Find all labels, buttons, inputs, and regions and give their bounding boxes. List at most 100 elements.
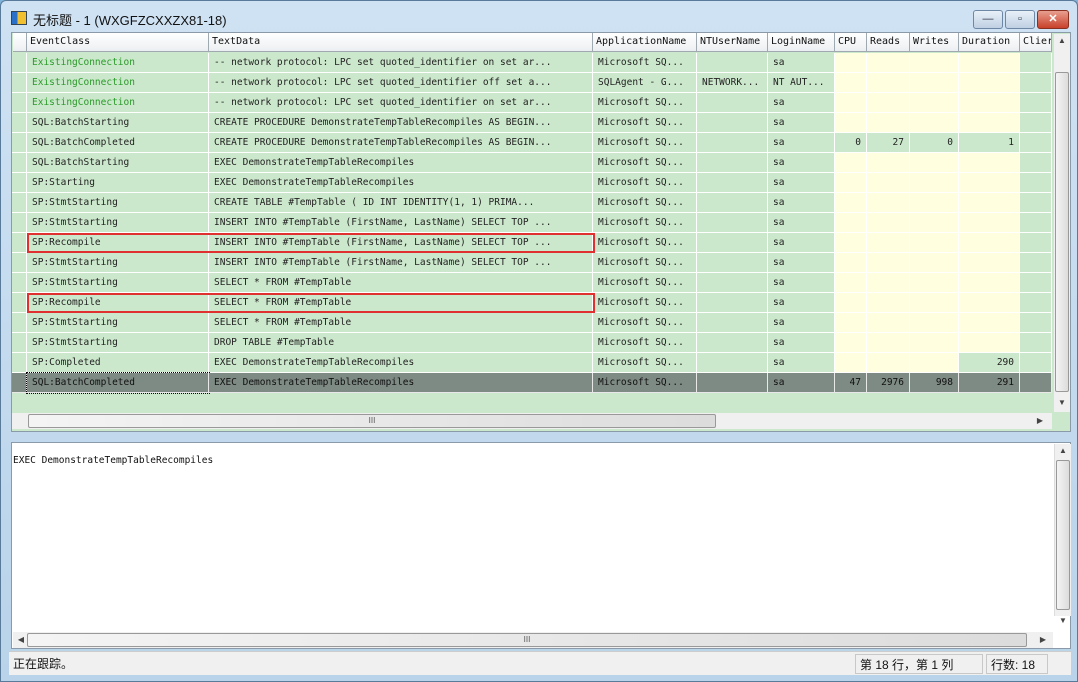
window-title: 无标题 - 1 (WXGFZCXXZX81-18) [33,13,227,28]
column-header-ntusername[interactable]: NTUserName [697,33,768,52]
trace-cell: sa [768,193,835,213]
minimize-button[interactable]: — [973,10,1003,29]
trace-cell: 47 [835,373,867,393]
trace-grid[interactable]: EventClass TextData ApplicationName NTUserN… [11,32,1071,432]
column-header-eventclass[interactable]: EventClass [27,33,209,52]
trace-cell [835,333,867,353]
trace-cell [959,193,1020,213]
trace-cell: CREATE PROCEDURE DemonstrateTempTableRec… [209,113,593,133]
trace-cell: sa [768,313,835,333]
column-header-duration[interactable]: Duration [959,33,1020,52]
row-indicator [12,253,27,273]
scroll-up-icon[interactable]: ▲ [1054,36,1070,45]
detail-text: EXEC DemonstrateTempTableRecompiles [13,455,214,466]
trace-cell [910,233,959,253]
trace-cell [867,173,910,193]
trace-cell [1020,273,1052,293]
maximize-button[interactable]: ▫ [1005,10,1035,29]
trace-cell [835,293,867,313]
trace-cell: Microsoft SQ... [593,133,697,153]
trace-cell: CREATE TABLE #TempTable ( ID INT IDENTIT… [209,193,593,213]
column-header-applicationname[interactable]: ApplicationName [593,33,697,52]
trace-cell: SP:StmtStarting [27,193,209,213]
trace-cell [910,73,959,93]
status-position: 第 18 行，第 1 列 [855,654,983,674]
row-indicator [12,73,27,93]
trace-cell: INSERT INTO #TempTable (FirstName, LastN… [209,213,593,233]
trace-cell: Microsoft SQ... [593,373,697,393]
column-header-cpu[interactable]: CPU [835,33,867,52]
trace-cell [697,273,768,293]
trace-cell [1020,73,1052,93]
trace-cell: SELECT * FROM #TempTable [209,313,593,333]
trace-cell: sa [768,113,835,133]
trace-cell [910,93,959,113]
column-header-loginname[interactable]: LoginName [768,33,835,52]
trace-cell: Microsoft SQ... [593,153,697,173]
trace-cell: Microsoft SQ... [593,193,697,213]
detail-scroll-thumb[interactable] [1056,460,1070,610]
column-header-textdata[interactable]: TextData [209,33,593,52]
trace-cell [697,353,768,373]
row-indicator [12,193,27,213]
trace-cell: Microsoft SQ... [593,113,697,133]
detail-horizontal-thumb[interactable]: III [27,633,1027,647]
trace-cell: sa [768,273,835,293]
scroll-down-icon[interactable]: ▼ [1055,616,1071,625]
scroll-up-icon[interactable]: ▲ [1055,446,1071,455]
trace-cell [910,173,959,193]
text-data-pane[interactable]: EXEC DemonstrateTempTableRecompiles ▲ ▼ … [11,442,1071,649]
trace-cell [1020,233,1052,253]
trace-cell [867,213,910,233]
trace-cell: EXEC DemonstrateTempTableRecompiles [209,173,593,193]
trace-cell [910,213,959,233]
column-header-reads[interactable]: Reads [867,33,910,52]
title-bar: 无标题 - 1 (WXGFZCXXZX81-18) — ▫ ✕ [1,1,1077,31]
trace-cell [1020,133,1052,153]
status-rowcount: 行数: 18 [986,654,1048,674]
row-indicator [12,273,27,293]
trace-cell: Microsoft SQ... [593,93,697,113]
trace-cell [835,313,867,333]
trace-cell [910,153,959,173]
trace-cell: -- network protocol: LPC set quoted_iden… [209,53,593,73]
trace-cell: EXEC DemonstrateTempTableRecompiles [209,373,593,393]
row-indicator [12,53,27,73]
trace-cell [1020,313,1052,333]
close-button[interactable]: ✕ [1037,10,1069,29]
trace-cell [697,313,768,333]
trace-cell: 1 [959,133,1020,153]
trace-cell [697,113,768,133]
row-indicator [12,373,27,393]
trace-cell [867,73,910,93]
trace-cell [959,253,1020,273]
scroll-right-icon[interactable]: ▶ [1035,635,1051,644]
vertical-scroll-thumb[interactable] [1055,72,1069,392]
detail-horizontal-scrollbar[interactable]: ◀ III ▶ [13,632,1053,648]
trace-cell: ExistingConnection [27,53,209,73]
trace-app-icon [11,11,27,25]
row-indicator [12,293,27,313]
trace-cell: sa [768,153,835,173]
trace-cell: sa [768,373,835,393]
scroll-right-icon[interactable]: ▶ [1032,416,1048,425]
column-header-clier[interactable]: Clier [1020,33,1052,52]
trace-cell [910,333,959,353]
grid-vertical-scrollbar[interactable]: ▲ ▼ [1053,34,1070,412]
trace-cell: ExistingConnection [27,93,209,113]
column-header-writes[interactable]: Writes [910,33,959,52]
trace-cell [697,153,768,173]
trace-cell [835,253,867,273]
trace-cell [910,293,959,313]
trace-cell [697,133,768,153]
horizontal-scroll-thumb[interactable]: III [28,414,716,428]
grid-horizontal-scrollbar[interactable]: III ▶ [12,413,1052,429]
trace-cell [910,273,959,293]
detail-vertical-scrollbar[interactable]: ▲ ▼ [1054,444,1071,625]
scroll-down-icon[interactable]: ▼ [1054,398,1070,407]
trace-cell: -- network protocol: LPC set quoted_iden… [209,73,593,93]
trace-cell [697,213,768,233]
row-indicator [12,153,27,173]
trace-cell [959,73,1020,93]
trace-cell [835,173,867,193]
